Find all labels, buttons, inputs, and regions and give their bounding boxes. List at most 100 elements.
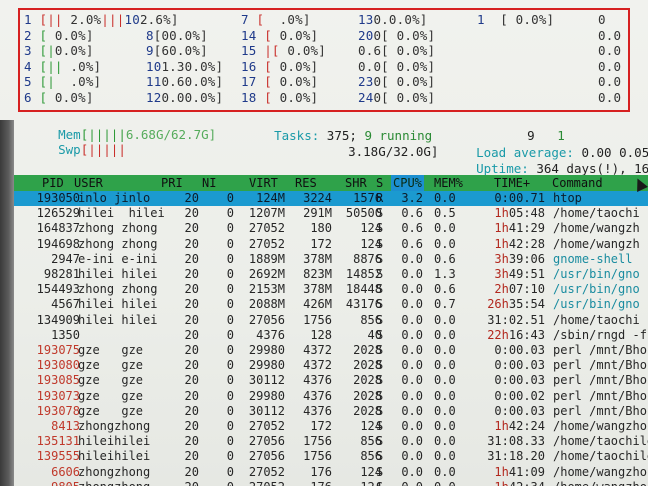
- table-row[interactable]: 4567 hilei hilei 20 0 2088M 426M 43176 S 0.0 0.7 2…: [14, 297, 648, 312]
- cell-virt: 27052: [248, 419, 285, 433]
- cell-virt: 2088M: [248, 297, 285, 312]
- cell-ni: 0: [226, 267, 234, 281]
- table-row[interactable]: 126529 hilei hilei 20 0 1207M 291M 50500 S 0.6 0.…: [14, 206, 648, 221]
- cell-cmd: /home/taochi: [553, 312, 640, 327]
- col-pri[interactable]: PRI: [161, 175, 183, 191]
- cell-res: 172: [310, 419, 332, 433]
- col-ni[interactable]: NI: [202, 175, 216, 191]
- cell-cmd: gnome-shell: [553, 251, 633, 266]
- cell-pri: 20: [184, 343, 199, 357]
- col-command[interactable]: Command: [552, 175, 603, 191]
- cell-s: S: [376, 373, 384, 388]
- cell-time-hours: 22h: [487, 327, 509, 342]
- cell-time-rest: 42:24: [508, 419, 545, 433]
- cell-cpu: 3.2: [401, 191, 423, 205]
- table-row[interactable]: 1350 20 0 4376 128 40 S 0.0 0.0 22h16:43/sbin/rng…: [14, 328, 648, 343]
- cell-mem: 0.0: [434, 388, 456, 403]
- cell-virt: 27052: [248, 464, 285, 479]
- col-virt[interactable]: VIRT: [249, 175, 278, 191]
- table-row[interactable]: 2947 e-ini e-ini 20 0 1889M 378M 8876 S 0.0 0.6 3h…: [14, 252, 648, 267]
- cell-cpu: 0.0: [401, 373, 423, 388]
- table-row[interactable]: 193085 gze gze 20 0 30112 4376 2028 S 0.0 0.0 0:00…: [14, 373, 648, 388]
- cell-virt: 27056: [248, 449, 285, 464]
- cell-ni: 0: [226, 251, 234, 266]
- cell-pid: 98281: [43, 267, 80, 281]
- col-res[interactable]: RES: [295, 175, 317, 191]
- cell-s: S: [376, 480, 383, 486]
- col-pid[interactable]: PID: [42, 175, 64, 191]
- cell-res: 180: [310, 221, 332, 236]
- cell-user: hileihilei: [78, 434, 151, 449]
- cell-mem: 0.0: [434, 449, 456, 464]
- cell-mem: 0.5: [434, 206, 456, 221]
- cell-ni: 0: [226, 434, 234, 449]
- cell-user: inlo jinlo: [78, 191, 151, 205]
- cell-cpu: 0.0: [401, 464, 423, 479]
- cell-cmd: /home/wangzhon: [553, 419, 648, 433]
- table-row-selected[interactable]: 193050 inlo jinlo 20 0 124M 3224 1576 R 3.2 0.0 0:…: [14, 191, 648, 207]
- cell-time-hours: 1h: [494, 480, 508, 486]
- cell-user: hilei hilei: [78, 312, 158, 327]
- monitor-bezel: [0, 120, 14, 486]
- cell-user: hilei hilei: [78, 206, 165, 221]
- cell-mem: 0.0: [434, 236, 456, 251]
- table-row[interactable]: 164837 zhong zhong 20 0 27052 180 124 S 0.6 0.0 1h…: [14, 221, 648, 236]
- table-row[interactable]: 193078 gze gze 20 0 30112 4376 2028 S 0.0 0.0 0:00…: [14, 404, 648, 419]
- cell-s: S: [376, 464, 384, 479]
- cell-s: S: [376, 236, 384, 251]
- cell-cmd: /home/wangzhon: [553, 464, 648, 479]
- tasks-label: Tasks:: [274, 128, 320, 143]
- cell-pri: 20: [184, 373, 199, 388]
- cell-cmd: /home/taochi: [553, 206, 640, 221]
- col-mem[interactable]: MEM%: [434, 175, 463, 191]
- cell-time-rest: 41:29: [508, 221, 545, 236]
- col-time[interactable]: TIME+: [494, 175, 530, 191]
- cell-pri: 20: [184, 327, 199, 342]
- cell-cmd: /usr/bin/gno: [553, 267, 640, 281]
- table-row[interactable]: 8413 zhongzhong 20 0 27052 172 124 S 0.0 0.0 1h42:…: [14, 419, 648, 434]
- table-row[interactable]: 193073 gze gze 20 0 29980 4376 2028 S 0.0 0.0 0:00…: [14, 389, 648, 404]
- table-row[interactable]: 193080 gze gze 20 0 29980 4372 2028 S 0.0 0.0 0:00…: [14, 358, 648, 373]
- cell-mem: 0.0: [434, 419, 456, 433]
- cell-pid: 8413: [51, 419, 80, 433]
- cell-ni: 0: [226, 358, 234, 373]
- cell-ni: 0: [226, 449, 234, 464]
- table-row[interactable]: 9805zhongzhong20027052176124S0.00.01h42:…: [14, 480, 648, 486]
- cell-cmd: perl /mnt/Bho: [553, 373, 647, 388]
- table-row[interactable]: 6606 zhongzhong 20 0 27052 176 124 S 0.0 0.0 1h41:…: [14, 465, 648, 480]
- cell-mem: 0.0: [434, 434, 456, 449]
- table-row[interactable]: 154493 zhong zhong 20 0 2153M 378M 18448 S 0.0 0.…: [14, 282, 648, 297]
- cell-s: S: [376, 434, 384, 449]
- table-row[interactable]: 139555 hileihilei 20 0 27056 1756 856 S 0.0 0.0 31…: [14, 449, 648, 464]
- cell-cpu: 0.0: [401, 327, 423, 342]
- cell-pri: 20: [184, 221, 199, 236]
- col-shr[interactable]: SHR: [345, 175, 367, 191]
- cell-time-rest: 42:34: [509, 480, 545, 486]
- col-cpu[interactable]: CPU%: [391, 175, 424, 191]
- table-row[interactable]: 98281 hilei hilei 20 0 2692M 823M 14852 S 0.0 1.3…: [14, 267, 648, 282]
- cell-res: 378M: [303, 251, 332, 266]
- col-user[interactable]: USER: [74, 175, 103, 191]
- cell-s: S: [376, 282, 384, 297]
- cell-ni: 0: [226, 221, 234, 236]
- cell-cpu: 0.0: [401, 282, 423, 297]
- table-row[interactable]: 134909 hilei hilei 20 0 27056 1756 856 S 0.0 0.0 3…: [14, 313, 648, 328]
- cell-virt: 29980: [248, 343, 285, 357]
- cell-s: S: [376, 206, 384, 221]
- cell-mem: 0.0: [434, 221, 456, 236]
- cell-time-rest: 41:09: [508, 464, 545, 479]
- cell-ni: 0: [226, 388, 234, 403]
- table-row[interactable]: 135131 hileihilei 20 0 27056 1756 856 S 0.0 0.0 31…: [14, 434, 648, 449]
- cell-cpu: 0.6: [401, 206, 423, 221]
- cell-user: gze gze: [78, 358, 144, 373]
- cell-mem: 0.0: [434, 464, 456, 479]
- cell-time: 31:02.51: [487, 312, 545, 327]
- uptime-label: Uptime:: [476, 161, 529, 176]
- table-row[interactable]: 194698 zhong zhong 20 0 27052 172 124 S 0.6 0.0 1h…: [14, 237, 648, 252]
- cell-s: S: [376, 343, 384, 357]
- cell-cmd: /usr/bin/gno: [553, 297, 640, 312]
- cell-time-hours: 26h: [487, 297, 509, 312]
- col-state[interactable]: S: [376, 175, 383, 191]
- cell-ni: 0: [226, 191, 234, 205]
- table-row[interactable]: 193075 gze gze 20 0 29980 4372 2028 S 0.0 0.0 0:00…: [14, 343, 648, 358]
